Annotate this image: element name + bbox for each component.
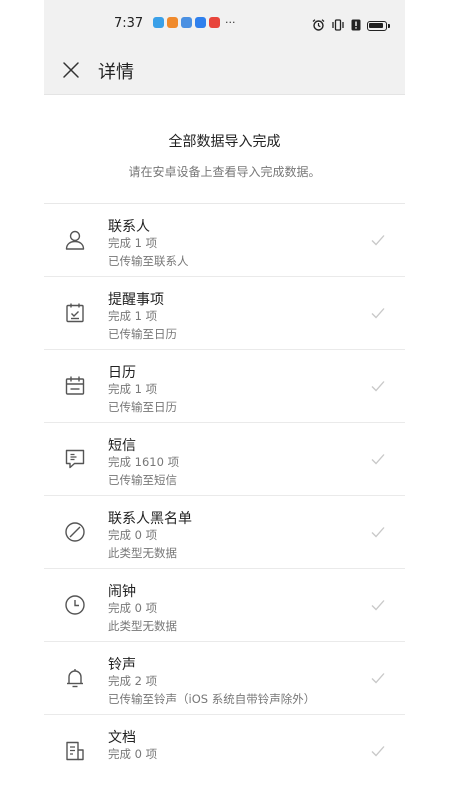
app-notification-icon <box>153 17 164 28</box>
list-item-ringtones[interactable]: 铃声 完成 2 项 已传输至铃声（iOS 系统自带铃声除外） <box>44 642 405 715</box>
item-name: 铃声 <box>108 657 136 673</box>
item-detail: 此类型无数据 <box>108 546 177 560</box>
app-notification-icon <box>181 17 192 28</box>
item-detail: 已传输至联系人 <box>108 254 189 268</box>
list-item-alarms[interactable]: 闹钟 完成 0 项 此类型无数据 <box>44 569 405 642</box>
check-icon <box>371 454 385 465</box>
clock-icon <box>65 595 85 615</box>
list-item-messages[interactable]: 短信 完成 1610 项 已传输至短信 <box>44 423 405 496</box>
phone-screen: 7:37 ··· 详情 全部数据导入完成 请在安卓设备上查看导入完成数据。 联系… <box>44 0 405 800</box>
check-icon <box>371 673 385 684</box>
item-count: 完成 0 项 <box>108 747 158 761</box>
system-icons <box>306 16 390 35</box>
page-title: 详情 <box>98 62 134 83</box>
check-icon <box>371 527 385 538</box>
item-detail: 已传输至日历 <box>108 400 177 414</box>
item-name: 联系人黑名单 <box>108 511 192 527</box>
notification-icons: ··· <box>153 17 236 28</box>
item-detail: 此类型无数据 <box>108 619 177 633</box>
message-icon <box>65 449 85 469</box>
bell-icon <box>67 669 83 688</box>
summary-title: 全部数据导入完成 <box>168 134 281 150</box>
item-name: 日历 <box>108 365 136 381</box>
alarm-icon <box>312 16 325 35</box>
sim-alert-icon <box>351 16 361 35</box>
summary-section: 全部数据导入完成 请在安卓设备上查看导入完成数据。 <box>44 95 405 204</box>
status-time: 7:37 <box>114 16 144 31</box>
list-item-contacts[interactable]: 联系人 完成 1 项 已传输至联系人 <box>44 204 405 277</box>
battery-icon <box>367 20 390 31</box>
item-detail: 已传输至日历 <box>108 327 177 341</box>
item-name: 短信 <box>108 438 136 454</box>
item-count: 完成 1 项 <box>108 236 158 250</box>
list-item-reminders[interactable]: 提醒事项 完成 1 项 已传输至日历 <box>44 277 405 350</box>
list-item-documents[interactable]: 文档 完成 0 项 <box>44 715 405 788</box>
document-icon <box>66 741 84 761</box>
item-detail: 已传输至铃声（iOS 系统自带铃声除外） <box>108 692 316 706</box>
item-count: 完成 2 项 <box>108 674 158 688</box>
calendar-icon <box>65 376 85 395</box>
check-icon <box>371 746 385 757</box>
item-count: 完成 0 项 <box>108 528 158 542</box>
item-count: 完成 1610 项 <box>108 455 180 469</box>
close-icon[interactable] <box>61 60 81 80</box>
data-type-list: 联系人 完成 1 项 已传输至联系人 提醒事项 完成 1 项 已传输至日历 日历… <box>44 204 405 788</box>
vibrate-icon <box>331 16 345 35</box>
block-icon <box>65 522 85 542</box>
app-notification-icon <box>195 17 206 28</box>
reminder-icon <box>66 303 84 323</box>
item-name: 文档 <box>108 730 136 746</box>
check-icon <box>371 235 385 246</box>
list-item-contact-blacklist[interactable]: 联系人黑名单 完成 0 项 此类型无数据 <box>44 496 405 569</box>
item-count: 完成 1 项 <box>108 309 158 323</box>
header: 详情 <box>44 50 405 90</box>
item-count: 完成 1 项 <box>108 382 158 396</box>
status-bar: 7:37 ··· <box>44 0 405 44</box>
item-name: 提醒事项 <box>108 292 164 308</box>
item-count: 完成 0 项 <box>108 601 158 615</box>
check-icon <box>371 600 385 611</box>
person-icon <box>65 230 85 250</box>
more-notifications: ··· <box>225 16 236 29</box>
item-name: 闹钟 <box>108 584 136 600</box>
item-detail: 已传输至短信 <box>108 473 177 487</box>
app-notification-icon <box>209 17 220 28</box>
check-icon <box>371 381 385 392</box>
top-bar: 7:37 ··· 详情 <box>44 0 405 95</box>
item-name: 联系人 <box>108 219 150 235</box>
summary-subtitle: 请在安卓设备上查看导入完成数据。 <box>128 165 321 179</box>
list-item-calendar[interactable]: 日历 完成 1 项 已传输至日历 <box>44 350 405 423</box>
check-icon <box>371 308 385 319</box>
app-notification-icon <box>167 17 178 28</box>
